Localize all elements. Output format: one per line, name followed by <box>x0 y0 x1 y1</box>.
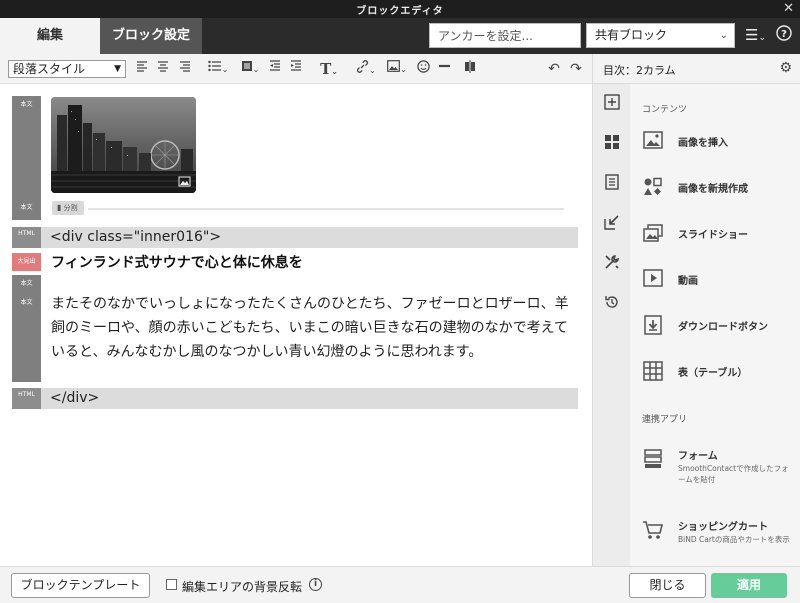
footer-bar: ブロックテンプレート 編集エリアの背景反転 i 閉じる 適用 <box>0 566 800 603</box>
panel-item-label: 動画 <box>678 276 698 287</box>
table-icon <box>642 361 664 381</box>
chevron-down-icon: ⌄ <box>719 30 728 41</box>
menu-icon[interactable]: ☰⌄ <box>745 26 766 44</box>
invert-background-label: 編集エリアの背景反転 <box>182 580 303 594</box>
panel-item-label: ショッピングカート <box>678 522 768 533</box>
panel-item-description: SmoothContactで作成したフォームを貼付 <box>678 464 789 484</box>
panel-item-table[interactable]: 表（テーブル） <box>630 356 800 386</box>
align-left-icon[interactable] <box>135 60 149 78</box>
panel-item-shopping-cart[interactable]: ショッピングカート BiND Cartの商品やカートを表示 <box>630 510 800 560</box>
indent-icon[interactable] <box>289 60 303 78</box>
panel-icon-bar <box>592 84 630 566</box>
image-icon[interactable]: ⌄ <box>385 60 409 78</box>
panel-title: 目次：2カラム <box>603 64 676 77</box>
format-toolbar: 段落スタイル ▼ ⌄ ⌄ T⌄ ⌄ ⌄ ↶ ↷ <box>0 54 592 84</box>
heading-block[interactable]: フィンランド式サウナで心と体に休息を <box>51 252 303 272</box>
gear-icon[interactable]: ⚙ <box>779 60 792 76</box>
window-title: ブロックエディタ <box>356 6 444 17</box>
section-title-apps: 連携アプリ <box>642 415 688 425</box>
align-center-icon[interactable] <box>156 60 170 78</box>
panel-item-form[interactable]: フォーム SmoothContactで作成したフォームを貼付 <box>630 439 800 489</box>
block-label-html[interactable]: HTML <box>12 388 41 409</box>
panel-item-label: フォーム <box>678 451 718 462</box>
city-night-photo[interactable] <box>51 97 196 193</box>
panel-item-label: スライドショー <box>678 230 748 241</box>
paragraph-style-label: 段落スタイル <box>13 62 86 76</box>
history-icon[interactable] <box>602 294 622 314</box>
panel-item-slideshow[interactable]: スライドショー <box>630 218 800 248</box>
redo-icon[interactable]: ↷ <box>568 60 584 78</box>
block-label-text: 本文 <box>20 204 33 211</box>
invert-background-checkbox[interactable] <box>166 579 177 590</box>
paragraph-style-select[interactable]: 段落スタイル ▼ <box>8 60 126 78</box>
list-icon[interactable]: ⌄ <box>206 60 230 78</box>
split-label: 分割 <box>63 204 78 212</box>
panel-item-label: 表（テーブル） <box>678 368 748 379</box>
split-icon: ▮ <box>57 203 62 212</box>
link-icon[interactable]: ⌄ <box>354 60 378 78</box>
outdent-icon[interactable] <box>268 60 282 78</box>
download-icon <box>642 315 664 335</box>
close-button[interactable]: 閉じる <box>629 573 706 598</box>
help-icon[interactable]: ? <box>776 25 792 45</box>
section-title-contents: コンテンツ <box>642 105 688 115</box>
content-panel: コンテンツ 画像を挿入 画像を新規作成 スライドショー 動画 ダウンロードボタン <box>630 84 800 566</box>
cart-icon <box>642 520 664 540</box>
emoji-icon[interactable] <box>415 60 431 78</box>
svg-text:?: ? <box>781 29 787 40</box>
shared-block-select[interactable]: 共有ブロック ⌄ <box>586 23 735 48</box>
panel-item-description: BiND Cartの商品やカートを表示 <box>678 535 790 544</box>
block-label-body[interactable]: 本文 本文 <box>12 275 41 382</box>
block-format-icon[interactable]: ⌄ <box>238 60 262 78</box>
panel-item-create-image[interactable]: 画像を新規作成 <box>630 172 800 202</box>
import-icon[interactable] <box>602 214 622 234</box>
block-label-heading[interactable]: 大見出 <box>12 253 41 271</box>
anchor-input[interactable] <box>429 23 581 48</box>
apply-button[interactable]: 適用 <box>711 573 787 598</box>
block-label-text: 本文 <box>20 299 33 306</box>
split-divider <box>88 208 564 210</box>
undo-icon[interactable]: ↶ <box>546 60 562 78</box>
info-icon[interactable]: i <box>309 578 322 591</box>
panel-item-label: 画像を挿入 <box>678 138 728 149</box>
align-right-icon[interactable] <box>178 60 192 78</box>
panel-item-label: ダウンロードボタン <box>678 322 768 333</box>
add-content-icon[interactable] <box>602 94 622 114</box>
html-open-block[interactable]: <div class="inner016"> <box>41 227 578 248</box>
shared-block-label: 共有ブロック <box>595 28 668 42</box>
panel-item-label: 画像を新規作成 <box>678 184 748 195</box>
image-icon <box>642 131 664 151</box>
panel-item-insert-image[interactable]: 画像を挿入 <box>630 126 800 156</box>
block-label-body[interactable]: 本文 本文 <box>12 96 41 220</box>
block-label-text: 本文 <box>20 280 33 287</box>
chevron-down-icon: ▼ <box>114 64 121 74</box>
block-label-html[interactable]: HTML <box>12 227 41 248</box>
editor-area: 本文 本文 HTML 大見出 本文 本文 HTML ▮ 分割 <div clas… <box>0 84 592 566</box>
text-style-icon[interactable]: T⌄ <box>317 60 341 78</box>
panel-header: 目次：2カラム ⚙ <box>592 54 800 84</box>
paragraph-block[interactable]: またそのなかでいっしょになったたくさんのひとたち、ファゼーロとロザーロ、羊飼のミ… <box>51 292 579 364</box>
horizontal-rule-icon[interactable] <box>436 60 452 78</box>
split-button[interactable]: ▮ 分割 <box>52 201 84 215</box>
editor-header: 編集 ブロック設定 共有ブロック ⌄ ☰⌄ ? <box>0 18 800 54</box>
video-icon <box>642 269 664 289</box>
html-close-block[interactable]: </div> <box>41 388 578 409</box>
document-icon[interactable] <box>602 174 622 194</box>
slideshow-icon <box>642 223 664 243</box>
column-split-icon[interactable] <box>462 60 478 78</box>
window-title-bar: ブロックエディタ ✕ <box>0 0 800 18</box>
panel-item-video[interactable]: 動画 <box>630 264 800 294</box>
form-icon <box>642 449 664 469</box>
tab-block-settings[interactable]: ブロック設定 <box>100 18 202 54</box>
tab-edit[interactable]: 編集 <box>0 18 100 54</box>
tools-icon[interactable] <box>602 254 622 274</box>
close-icon[interactable]: ✕ <box>783 1 794 16</box>
grid-blocks-icon[interactable] <box>602 134 622 154</box>
shapes-icon <box>642 177 664 197</box>
block-template-button[interactable]: ブロックテンプレート <box>11 573 150 598</box>
block-label-text: 本文 <box>20 101 33 108</box>
panel-item-download-button[interactable]: ダウンロードボタン <box>630 310 800 340</box>
